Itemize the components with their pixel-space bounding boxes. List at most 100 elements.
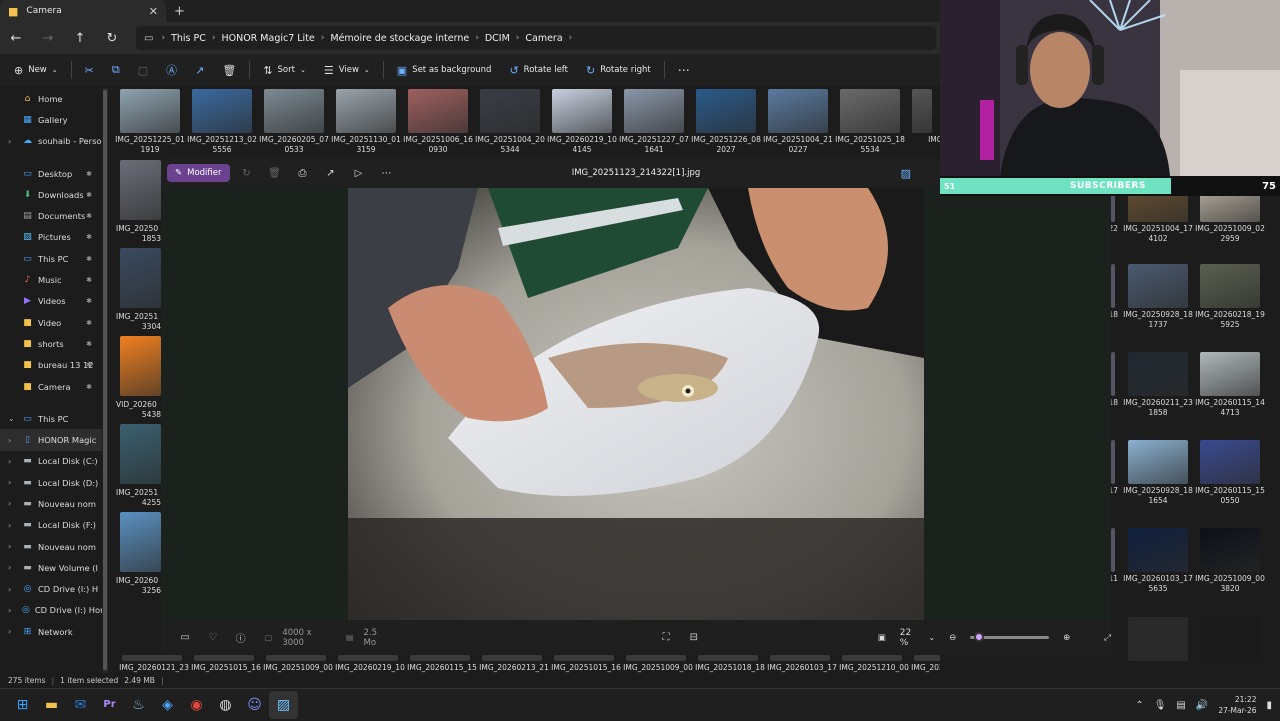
network-icon[interactable]: ▤ [1176, 700, 1185, 711]
fit-icon[interactable]: ⛶ [652, 632, 680, 643]
steam-icon[interactable]: ♨ [124, 691, 153, 719]
discord-icon[interactable]: ☺ [240, 691, 269, 719]
thumbnail[interactable] [552, 89, 612, 133]
file-name[interactable]: IMG_20260121_23 [118, 663, 190, 673]
compare-icon[interactable]: ⊟ [680, 632, 708, 643]
file-name[interactable]: IMG_20260103_17 [766, 663, 838, 673]
file-name[interactable]: IMG_20251 4255 [116, 488, 161, 508]
thumbnail[interactable] [840, 89, 900, 133]
chevron-up-icon[interactable]: ⌃ [1135, 700, 1143, 711]
thumbnail[interactable] [770, 655, 830, 661]
thumbnail[interactable] [120, 512, 161, 572]
delete-icon[interactable]: 🗑 [264, 168, 286, 179]
thumbnail[interactable] [698, 655, 758, 661]
thumbnail[interactable] [554, 655, 614, 661]
zoom-level[interactable]: 22 % [900, 628, 923, 648]
file-name[interactable]: IMG_20250 1853 [116, 224, 161, 244]
photos-icon[interactable]: ▨ [269, 690, 298, 719]
file-name[interactable]: IMG_20251015_16 [550, 663, 622, 673]
file-name[interactable]: IMG_20251006_16 0930 [402, 135, 474, 155]
thumbnail[interactable] [410, 655, 470, 661]
thumbnail[interactable] [120, 89, 180, 133]
file-name[interactable]: IMG_20251015_16 [190, 663, 262, 673]
file-name[interactable]: IMG_20251130_01 3159 [330, 135, 402, 155]
print-icon[interactable]: ⎙ [292, 168, 314, 179]
actual-size-icon[interactable]: ▣ [878, 633, 886, 643]
thumbnail[interactable] [120, 336, 161, 396]
clock[interactable]: 21:22 27-Mar-26 [1218, 694, 1256, 716]
thumbnail[interactable] [194, 655, 254, 661]
volume-icon[interactable]: 🔊 [1196, 700, 1208, 711]
notifications-icon[interactable]: ▮ [1266, 700, 1272, 711]
file-name[interactable]: IMG_20251213_02 5556 [186, 135, 258, 155]
rotate-icon[interactable]: ↻ [236, 168, 258, 179]
thumbnail[interactable] [480, 89, 540, 133]
outlook-icon[interactable]: ✉ [66, 691, 95, 719]
file-name-line2: 2027 [716, 145, 736, 154]
zoom-slider-thumb[interactable] [973, 632, 984, 642]
file-name-line2: 0930 [428, 145, 448, 154]
filmstrip-icon[interactable]: ▭ [171, 632, 199, 643]
file-name-line2: 0533 [284, 145, 304, 154]
thumbnail[interactable] [264, 89, 324, 133]
zoom-slider[interactable] [970, 632, 1050, 642]
file-name[interactable]: IMG_20251004_20 5344 [474, 135, 546, 155]
file-name[interactable]: IMG_20260219_10 4145 [546, 135, 618, 155]
file-name[interactable]: IMG_20251009_00 [262, 663, 334, 673]
thumbnail[interactable] [768, 89, 828, 133]
file-name[interactable]: IMG_20251210_00 [838, 663, 910, 673]
more-icon[interactable]: ⋯ [376, 168, 398, 179]
file-name[interactable]: IMG_20251225_01 1919 [114, 135, 186, 155]
file-name-line1: IMG_20251130_01 [331, 135, 401, 144]
clock-date: 27-Mar-26 [1218, 706, 1257, 715]
thumbnail[interactable] [338, 655, 398, 661]
slideshow-icon[interactable]: ▷ [348, 168, 370, 179]
image-app-icon[interactable]: ▨ [901, 167, 911, 180]
file-name[interactable]: IMG_20251227_07 1641 [618, 135, 690, 155]
file-explorer-icon[interactable]: ▬ [37, 691, 66, 719]
file-name[interactable]: IMG_20251018_18 [694, 663, 766, 673]
chevron-down-icon[interactable]: ⌄ [928, 633, 935, 642]
file-name-line2: 3159 [356, 145, 376, 154]
premiere-icon[interactable]: Pr [95, 691, 124, 719]
app-icon[interactable]: ◈ [153, 691, 182, 719]
edit-button[interactable]: ✎ Modifier [167, 164, 230, 182]
thumbnail[interactable] [120, 248, 161, 308]
file-name[interactable]: IMG_20251009_00 [622, 663, 694, 673]
info-icon[interactable]: ⓘ [227, 630, 255, 645]
file-name[interactable]: IMG_20260205_07 0533 [258, 135, 330, 155]
microphone-icon[interactable]: 🎙 [1154, 700, 1167, 711]
thumbnail[interactable] [122, 655, 182, 661]
chrome-icon[interactable]: ◉ [182, 691, 211, 719]
file-name-line2: 1641 [644, 145, 664, 154]
thumbnail[interactable] [120, 160, 161, 220]
thumbnail[interactable] [696, 89, 756, 133]
file-name[interactable]: IMG_20251004_21 0227 [762, 135, 834, 155]
file-name[interactable]: IMG_20260219_10 [334, 663, 406, 673]
thumbnail[interactable] [912, 89, 932, 133]
thumbnail[interactable] [626, 655, 686, 661]
thumbnail[interactable] [192, 89, 252, 133]
file-name[interactable]: IMG_20251226_08 2027 [690, 135, 762, 155]
thumbnail[interactable] [336, 89, 396, 133]
thumbnail[interactable] [408, 89, 468, 133]
thumbnail[interactable] [266, 655, 326, 661]
obs-icon[interactable]: ◍ [211, 691, 240, 719]
file-name[interactable]: IMG_20260213_21 [478, 663, 550, 673]
start-icon[interactable]: ⊞ [8, 691, 37, 719]
share-icon[interactable]: ↗ [320, 168, 342, 179]
thumbnail[interactable] [120, 424, 161, 484]
subscriber-start: 51 [944, 181, 956, 191]
thumbnail[interactable] [624, 89, 684, 133]
file-name[interactable]: IMG_20251025_18 5534 [834, 135, 906, 155]
thumbnail[interactable] [482, 655, 542, 661]
zoom-in-icon[interactable]: ⊕ [1063, 633, 1070, 643]
file-name[interactable]: IMG_20251 3304 [116, 312, 161, 332]
file-name[interactable]: VID_20260 5438 [116, 400, 161, 420]
zoom-out-icon[interactable]: ⊖ [949, 633, 956, 643]
file-name[interactable]: IMG_20260115_15 [406, 663, 478, 673]
file-name[interactable]: IMG_20260 3256 [116, 576, 161, 596]
fullscreen-icon[interactable]: ⤢ [1104, 633, 1111, 643]
favorite-icon[interactable]: ♡ [199, 632, 227, 643]
thumbnail[interactable] [842, 655, 902, 661]
